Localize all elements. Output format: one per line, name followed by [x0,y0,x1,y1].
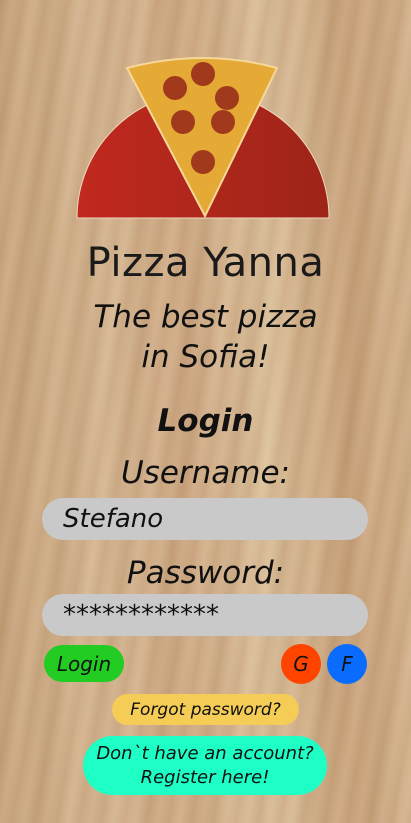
tagline-line2: in Sofia! [141,339,270,375]
login-title: Login [157,403,254,439]
facebook-login-button[interactable]: F [327,644,367,684]
password-label: Password: [126,555,285,591]
username-label: Username: [120,455,291,491]
forgot-password-button[interactable]: Forgot password? [112,694,299,725]
brand-name: Pizza Yanna [86,240,325,286]
register-line2: Register here! [140,766,270,788]
username-input[interactable] [42,498,368,540]
google-login-button[interactable]: G [281,644,321,684]
password-input[interactable] [42,594,368,636]
register-button[interactable]: Don`t have an account? Register here! [83,736,327,795]
pizza-logo-icon [76,57,330,219]
register-line1: Don`t have an account? [96,742,314,764]
tagline-line1: The best pizza [93,299,318,335]
tagline: The best pizza in Sofia! [0,297,411,377]
login-button[interactable]: Login [44,645,124,682]
